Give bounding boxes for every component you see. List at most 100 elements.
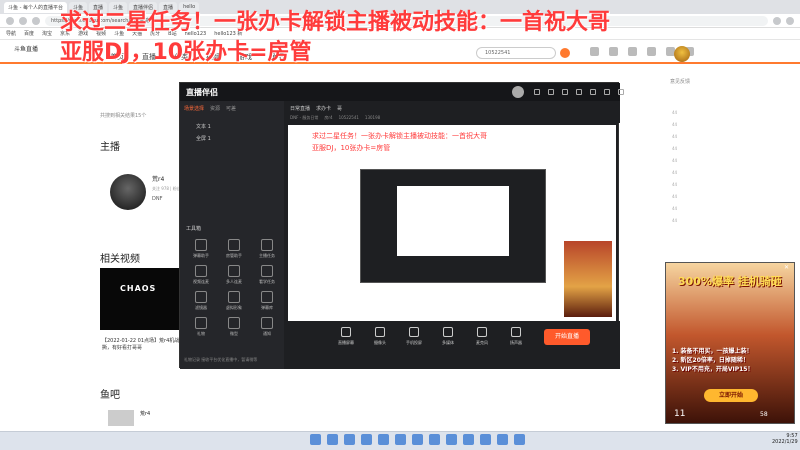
feedback-link[interactable]: 意见反馈 bbox=[670, 78, 690, 85]
app-icon[interactable] bbox=[446, 434, 457, 445]
section-title-bar: 鱼吧 bbox=[100, 390, 120, 401]
tool-item[interactable]: 房管助手 bbox=[219, 239, 249, 259]
ad-line: 3. VIP不用充，开局VIP15！ bbox=[672, 366, 754, 373]
game-ad-popup[interactable]: 300%爆率 挂机骑砸 1. 装备不用买，一孩爆上装！ 2. 新区20倍率，日掉… bbox=[665, 262, 795, 424]
source-item[interactable]: 文本 1 bbox=[196, 123, 211, 130]
follow-icon[interactable] bbox=[609, 47, 618, 56]
status-text: 礼物记录 接收平台优化直播中，暂请稍等 bbox=[184, 357, 258, 362]
filter-icon bbox=[195, 291, 207, 303]
video-thumbnail[interactable]: CHAOS bbox=[100, 268, 180, 330]
back-icon[interactable] bbox=[6, 16, 14, 25]
skin-icon[interactable] bbox=[576, 89, 582, 95]
bookmark-item[interactable]: 淘宝 bbox=[42, 30, 52, 37]
scene-tabs: 场景选择 资源 可差 bbox=[184, 105, 236, 112]
streamer-name[interactable]: 荒r4 bbox=[152, 174, 164, 183]
tool-item[interactable]: 礼物 bbox=[186, 317, 216, 337]
taskview-icon[interactable] bbox=[344, 434, 355, 445]
tab-resource[interactable]: 资源 bbox=[210, 105, 220, 112]
app-logo: 直播伴侣 bbox=[186, 88, 218, 97]
tool-item[interactable]: 虚拟形象 bbox=[219, 291, 249, 311]
preview-canvas[interactable]: 求过二星任务！一张办卡解锁主播被动技能：一首祝大哥 亚服DJ，10张办卡=房管 bbox=[288, 125, 616, 321]
speaker-button[interactable]: 扬声器 bbox=[506, 327, 526, 346]
settings-icon[interactable] bbox=[562, 89, 568, 95]
search-icon[interactable] bbox=[560, 48, 570, 58]
tool-item[interactable]: 通知 bbox=[252, 317, 282, 337]
download-icon[interactable] bbox=[647, 47, 656, 56]
canvas-tabs: 日常直播 求办卡 哥 bbox=[290, 105, 342, 112]
toolbox-grid: 弹幕助手 房管助手 主播任务 视频连麦 多人连麦 看学任务 滤镜器 虚拟形象 弹… bbox=[186, 239, 282, 337]
ad-time: 58 bbox=[760, 411, 768, 418]
app-icon[interactable] bbox=[497, 434, 508, 445]
tool-item[interactable]: 视频连麦 bbox=[186, 265, 216, 285]
store-icon[interactable] bbox=[395, 434, 406, 445]
app-user-avatar[interactable] bbox=[512, 86, 524, 98]
app-bottom-toolbar: 直播屏幕 摄像头 手机投屏 多媒体 麦克风 扬声器 开始直播 bbox=[284, 321, 620, 369]
microphone-button[interactable]: 麦克风 bbox=[472, 327, 492, 346]
video-caption[interactable]: 【2022-01-22 01点场】荒r4机战撕，有好看打哥哥 bbox=[102, 338, 182, 352]
site-logo[interactable]: 斗鱼直播 bbox=[14, 44, 38, 53]
phone-icon bbox=[409, 327, 419, 337]
tool-item[interactable]: 看学任务 bbox=[252, 265, 282, 285]
tab-scene[interactable]: 场景选择 bbox=[184, 105, 204, 112]
search-icon[interactable] bbox=[327, 434, 338, 445]
tool-item[interactable]: 微型 bbox=[219, 317, 249, 337]
clock[interactable]: 9:57 2022/1/29 bbox=[772, 433, 798, 445]
bookmark-item[interactable]: 百度 bbox=[24, 30, 34, 37]
close-icon[interactable]: ✕ bbox=[784, 264, 789, 271]
tool-label: 虚拟形象 bbox=[226, 305, 242, 310]
user-avatar[interactable] bbox=[674, 46, 690, 62]
app-icon[interactable] bbox=[514, 434, 525, 445]
ad-lines: 1. 装备不用买，一孩爆上装！ 2. 新区20倍率，日掉随稀！ 3. VIP不用… bbox=[672, 347, 753, 374]
history-icon[interactable] bbox=[590, 47, 599, 56]
browser-tab[interactable]: 斗鱼 - 每个人的直播平台 bbox=[4, 1, 67, 13]
notification-icon[interactable] bbox=[534, 89, 540, 95]
message-icon[interactable] bbox=[628, 47, 637, 56]
tool-item[interactable]: 主播任务 bbox=[252, 239, 282, 259]
app-icon[interactable] bbox=[412, 434, 423, 445]
section-title-video: 相关视频 bbox=[100, 254, 140, 265]
canvas-tab[interactable]: 哥 bbox=[337, 105, 342, 112]
app-icon[interactable] bbox=[480, 434, 491, 445]
start-icon[interactable] bbox=[310, 434, 321, 445]
bar-avatar[interactable] bbox=[108, 410, 134, 426]
bookmark-item[interactable]: 导航 bbox=[6, 30, 16, 37]
go-live-button[interactable]: 开始直播 bbox=[544, 329, 590, 345]
site-search-input[interactable]: 10522541 bbox=[476, 47, 556, 59]
forward-icon[interactable] bbox=[19, 16, 27, 25]
source-item[interactable]: 全屏 1 bbox=[196, 135, 211, 142]
tool-item[interactable]: 滤镜器 bbox=[186, 291, 216, 311]
maximize-icon[interactable] bbox=[604, 89, 610, 95]
ad-start-button[interactable]: 立即开始 bbox=[704, 389, 758, 402]
video-link-icon bbox=[195, 265, 207, 277]
phone-cast-button[interactable]: 手机投屏 bbox=[404, 327, 424, 346]
streamer-avatar[interactable] bbox=[110, 174, 146, 210]
mini-icon bbox=[228, 317, 240, 329]
menu-icon[interactable] bbox=[786, 16, 794, 25]
close-icon[interactable] bbox=[618, 89, 624, 95]
minimize-icon[interactable] bbox=[590, 89, 596, 95]
app-icon[interactable] bbox=[463, 434, 474, 445]
tool-label: 麦克风 bbox=[476, 340, 488, 345]
canvas-tab[interactable]: 日常直播 bbox=[290, 105, 310, 112]
task-icon bbox=[261, 239, 273, 251]
room-category[interactable]: DNF - 服务日常 bbox=[290, 115, 318, 121]
multi-link-icon bbox=[228, 265, 240, 277]
app-icon[interactable] bbox=[429, 434, 440, 445]
message-icon[interactable] bbox=[548, 89, 554, 95]
tool-item[interactable]: 多人连麦 bbox=[219, 265, 249, 285]
browser-icon[interactable] bbox=[378, 434, 389, 445]
refresh-icon[interactable] bbox=[32, 16, 40, 25]
bar-name[interactable]: 荒r4 bbox=[140, 410, 150, 417]
tool-item[interactable]: 弹幕助手 bbox=[186, 239, 216, 259]
folder-icon[interactable] bbox=[361, 434, 372, 445]
camera-button[interactable]: 摄像头 bbox=[370, 327, 390, 346]
tool-item[interactable]: 弹幕库 bbox=[252, 291, 282, 311]
canvas-tab[interactable]: 求办卡 bbox=[316, 105, 331, 112]
room-name: 房r4 bbox=[324, 115, 333, 120]
extension-icon[interactable] bbox=[773, 16, 781, 25]
admin-icon bbox=[228, 239, 240, 251]
tool-label: 视频连麦 bbox=[193, 279, 209, 284]
media-button[interactable]: 多媒体 bbox=[438, 327, 458, 346]
tab-other[interactable]: 可差 bbox=[226, 105, 236, 112]
screen-capture-button[interactable]: 直播屏幕 bbox=[336, 327, 356, 346]
